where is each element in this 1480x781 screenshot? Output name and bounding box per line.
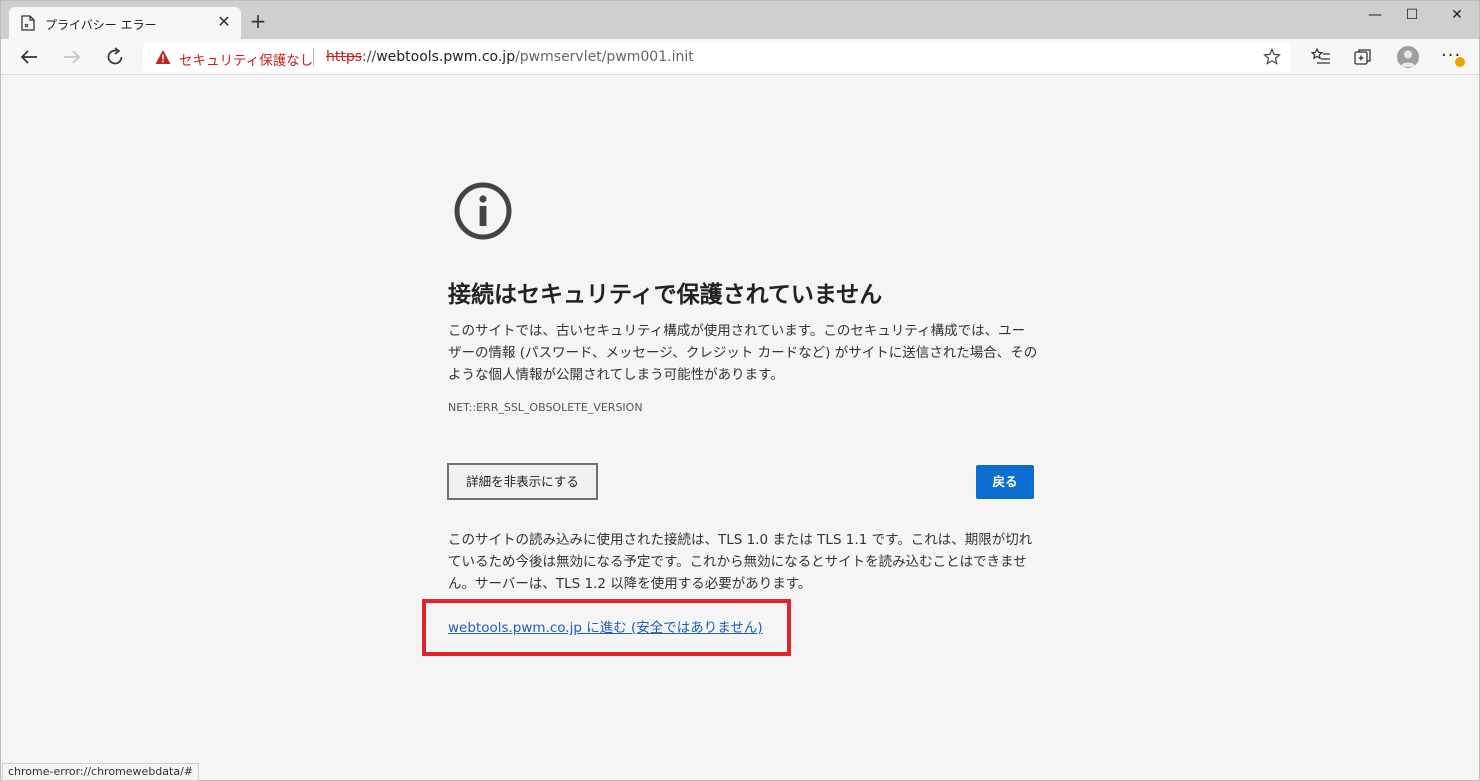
close-window-button[interactable]: ✕: [1447, 5, 1467, 25]
new-tab-button[interactable]: +: [248, 11, 268, 31]
refresh-icon[interactable]: [103, 45, 127, 69]
address-bar[interactable]: セキュリティ保護なし https://webtools.pwm.co.jp/pw…: [143, 42, 1291, 72]
minimize-button[interactable]: —: [1365, 5, 1385, 25]
tab-strip: プライバシー エラー ✕ + — ☐ ✕: [1, 1, 1479, 39]
warning-icon[interactable]: [155, 49, 171, 65]
collections-icon[interactable]: [1353, 47, 1373, 67]
toolbar: セキュリティ保護なし https://webtools.pwm.co.jp/pw…: [1, 39, 1479, 75]
back-arrow-icon[interactable]: [17, 45, 41, 69]
favorite-star-icon[interactable]: [1263, 48, 1281, 66]
details-explanation: このサイトの読み込みに使用された接続は、TLS 1.0 または TLS 1.1 …: [448, 532, 1033, 592]
page-error-icon: [21, 15, 35, 31]
url-host: webtools.pwm.co.jp: [376, 49, 516, 65]
favorites-list-icon[interactable]: [1311, 47, 1331, 67]
profile-person-icon: [1400, 50, 1416, 67]
error-code: NET::ERR_SSL_OBSOLETE_VERSION: [448, 401, 643, 414]
security-status-text[interactable]: セキュリティ保護なし: [179, 49, 313, 69]
info-icon: [454, 182, 512, 240]
address-divider: [313, 48, 314, 66]
page-title: 接続はセキュリティで保護されていません: [448, 282, 883, 308]
browser-window: プライバシー エラー ✕ + — ☐ ✕ セキュリティ保護なし https://…: [0, 0, 1480, 781]
tab-title: プライバシー エラー: [45, 18, 157, 32]
profile-avatar[interactable]: [1397, 46, 1419, 68]
url-path: /pwmservlet/pwm001.init: [515, 49, 694, 65]
hide-details-button[interactable]: 詳細を非表示にする: [447, 463, 598, 500]
tab-privacy-error[interactable]: プライバシー エラー ✕: [9, 7, 241, 39]
url-scheme: https: [326, 49, 363, 65]
notification-badge: [1455, 57, 1465, 67]
status-bar: chrome-error://chromewebdata/#: [2, 763, 199, 781]
proceed-unsafe-link[interactable]: webtools.pwm.co.jp に進む (安全ではありません): [448, 616, 763, 636]
back-button[interactable]: 戻る: [976, 465, 1034, 499]
close-tab-icon[interactable]: ✕: [215, 13, 233, 31]
url-text[interactable]: https://webtools.pwm.co.jp/pwmservlet/pw…: [326, 49, 694, 65]
error-description: このサイトでは、古いセキュリティ構成が使用されています。このセキュリティ構成では…: [448, 323, 1038, 383]
maximize-button[interactable]: ☐: [1402, 5, 1422, 25]
forward-arrow-icon[interactable]: [60, 45, 84, 69]
url-scheme-separator: ://: [362, 49, 377, 65]
